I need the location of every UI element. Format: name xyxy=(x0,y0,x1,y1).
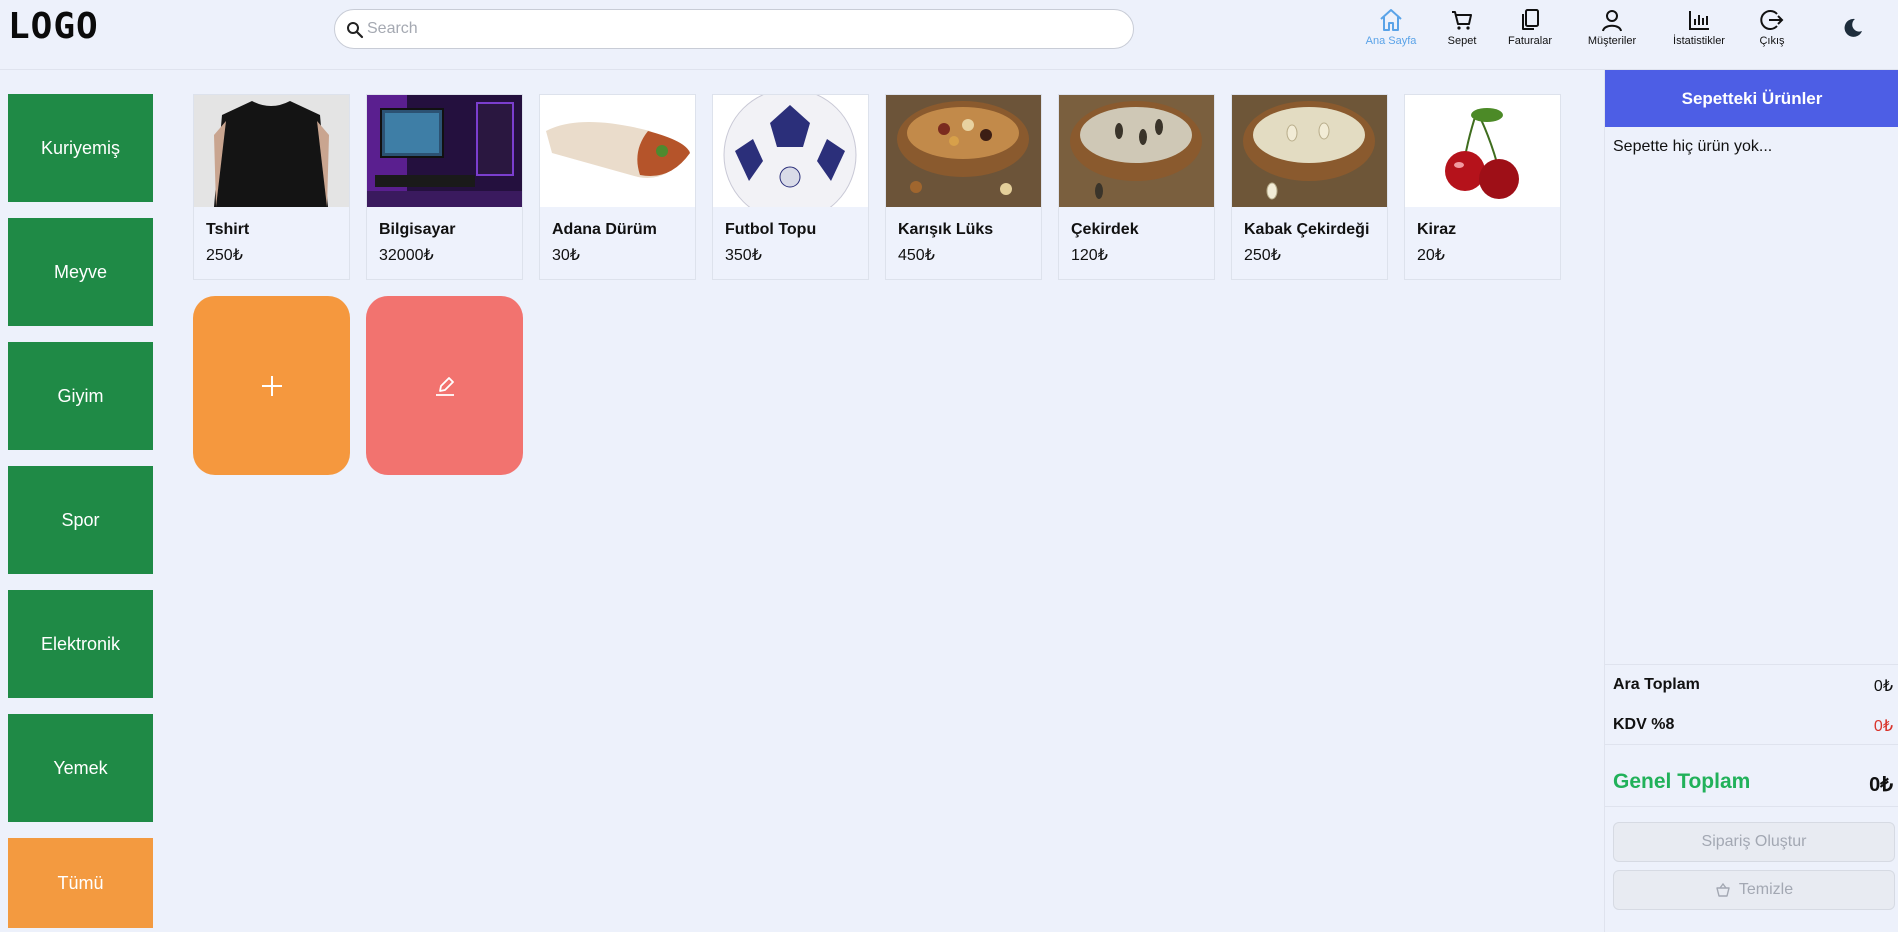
clear-cart-label: Temizle xyxy=(1738,881,1794,898)
nav-home[interactable]: Ana Sayfa xyxy=(1362,8,1420,52)
nav-cart[interactable]: Sepet xyxy=(1444,8,1480,52)
add-product-button[interactable] xyxy=(193,296,350,475)
search-bar[interactable] xyxy=(334,9,1134,49)
product-name: Çekirdek xyxy=(1071,221,1139,238)
product-image xyxy=(1405,95,1560,207)
nav-home-label: Ana Sayfa xyxy=(1365,35,1417,47)
subtotal-value: 0₺ xyxy=(1873,678,1893,695)
category-label: Spor xyxy=(61,509,100,530)
nav-logout[interactable]: Çıkış xyxy=(1756,8,1788,52)
nav-statistics-label: İstatistikler xyxy=(1673,35,1725,47)
category-yemek[interactable]: Yemek xyxy=(8,714,153,822)
product-card-kiraz[interactable]: Kiraz 20₺ xyxy=(1404,94,1561,280)
nav-invoices-label: Faturalar xyxy=(1507,35,1553,47)
product-price: 32000₺ xyxy=(379,247,434,264)
category-label: Elektronik xyxy=(40,633,121,654)
product-price: 120₺ xyxy=(1071,247,1108,264)
product-price: 250₺ xyxy=(206,247,243,264)
product-image xyxy=(1232,95,1387,207)
tax-row: KDV %8 0₺ xyxy=(1613,716,1893,735)
product-image xyxy=(367,95,522,207)
product-image xyxy=(1059,95,1214,207)
nav-customers[interactable]: Müşteriler xyxy=(1582,8,1642,52)
product-name: Adana Dürüm xyxy=(552,221,657,238)
product-image xyxy=(886,95,1041,207)
category-label: Giyim xyxy=(57,385,104,406)
nav-invoices[interactable]: Faturalar xyxy=(1503,8,1557,52)
product-price: 20₺ xyxy=(1417,247,1445,264)
logout-icon xyxy=(1760,10,1784,30)
invoices-icon xyxy=(1522,9,1539,30)
cart-panel: Sepetteki Ürünler Sepette hiç ürün yok..… xyxy=(1604,70,1898,932)
product-card-karisik-luks[interactable]: Karışık Lüks 450₺ xyxy=(885,94,1042,280)
edit-product-button[interactable] xyxy=(366,296,523,475)
moon-icon[interactable] xyxy=(1840,16,1864,40)
nav-cart-label: Sepet xyxy=(1447,35,1477,47)
product-card-cekirdek[interactable]: Çekirdek 120₺ xyxy=(1058,94,1215,280)
create-order-label: Sipariş Oluştur xyxy=(1701,833,1807,850)
cart-title: Sepetteki Ürünler xyxy=(1605,70,1898,127)
plus-icon xyxy=(261,375,282,396)
category-meyve[interactable]: Meyve xyxy=(8,218,153,326)
category-label: Tümü xyxy=(57,872,104,893)
product-price: 30₺ xyxy=(552,247,580,264)
product-price: 350₺ xyxy=(725,247,762,264)
category-label: Kuriyemiş xyxy=(40,137,120,158)
cart-empty-message: Sepette hiç ürün yok... xyxy=(1613,138,1773,155)
clear-cart-button[interactable]: Temizle xyxy=(1613,870,1895,910)
category-elektronik[interactable]: Elektronik xyxy=(8,590,153,698)
product-name: Tshirt xyxy=(206,221,250,238)
subtotal-label: Ara Toplam xyxy=(1613,676,1700,693)
create-order-button[interactable]: Sipariş Oluştur xyxy=(1613,822,1895,862)
divider xyxy=(1605,744,1898,745)
product-image xyxy=(194,95,349,207)
product-price: 250₺ xyxy=(1244,247,1281,264)
product-name: Karışık Lüks xyxy=(898,221,994,238)
divider xyxy=(1605,664,1898,665)
product-name: Kiraz xyxy=(1417,221,1457,238)
grand-total-value: 0₺ xyxy=(1869,774,1893,796)
product-card-adana-durum[interactable]: Adana Dürüm 30₺ xyxy=(539,94,696,280)
top-bar: LOGO Ana Sayfa Sepet Faturalar xyxy=(0,0,1898,70)
home-icon xyxy=(1380,9,1402,31)
product-card-tshirt[interactable]: Tshirt 250₺ xyxy=(193,94,350,280)
category-spor[interactable]: Spor xyxy=(8,466,153,574)
nav-statistics[interactable]: İstatistikler xyxy=(1666,8,1732,52)
tax-label: KDV %8 xyxy=(1613,716,1675,733)
chart-icon xyxy=(1689,11,1709,30)
product-name: Futbol Topu xyxy=(725,221,817,238)
category-kuriyemis[interactable]: Kuriyemiş xyxy=(8,94,153,202)
logo[interactable]: LOGO xyxy=(8,6,99,47)
grand-total-label: Genel Toplam xyxy=(1613,770,1751,793)
tax-value: 0₺ xyxy=(1873,718,1893,735)
product-name: Kabak Çekirdeği xyxy=(1244,221,1370,238)
grand-total-row: Genel Toplam 0₺ xyxy=(1613,770,1893,796)
product-card-futbol-topu[interactable]: Futbol Topu 350₺ xyxy=(712,94,869,280)
search-icon xyxy=(347,22,364,39)
category-label: Meyve xyxy=(53,261,107,282)
search-input[interactable] xyxy=(367,17,1107,41)
edit-icon xyxy=(435,376,454,396)
basket-icon xyxy=(1716,882,1730,897)
nav-customers-label: Müşteriler xyxy=(1587,35,1637,47)
category-label: Yemek xyxy=(53,757,108,778)
product-card-bilgisayar[interactable]: Bilgisayar 32000₺ xyxy=(366,94,523,280)
nav-logout-label: Çıkış xyxy=(1759,35,1785,47)
product-image xyxy=(540,95,695,207)
product-name: Bilgisayar xyxy=(379,221,456,238)
cart-icon xyxy=(1452,11,1472,30)
product-card-kabak-cekirdegi[interactable]: Kabak Çekirdeği 250₺ xyxy=(1231,94,1388,280)
divider xyxy=(1605,806,1898,807)
product-price: 450₺ xyxy=(898,247,935,264)
category-tumu[interactable]: Tümü xyxy=(8,838,153,928)
subtotal-row: Ara Toplam 0₺ xyxy=(1613,676,1893,695)
product-image xyxy=(713,95,868,207)
category-giyim[interactable]: Giyim xyxy=(8,342,153,450)
user-icon xyxy=(1602,10,1622,32)
